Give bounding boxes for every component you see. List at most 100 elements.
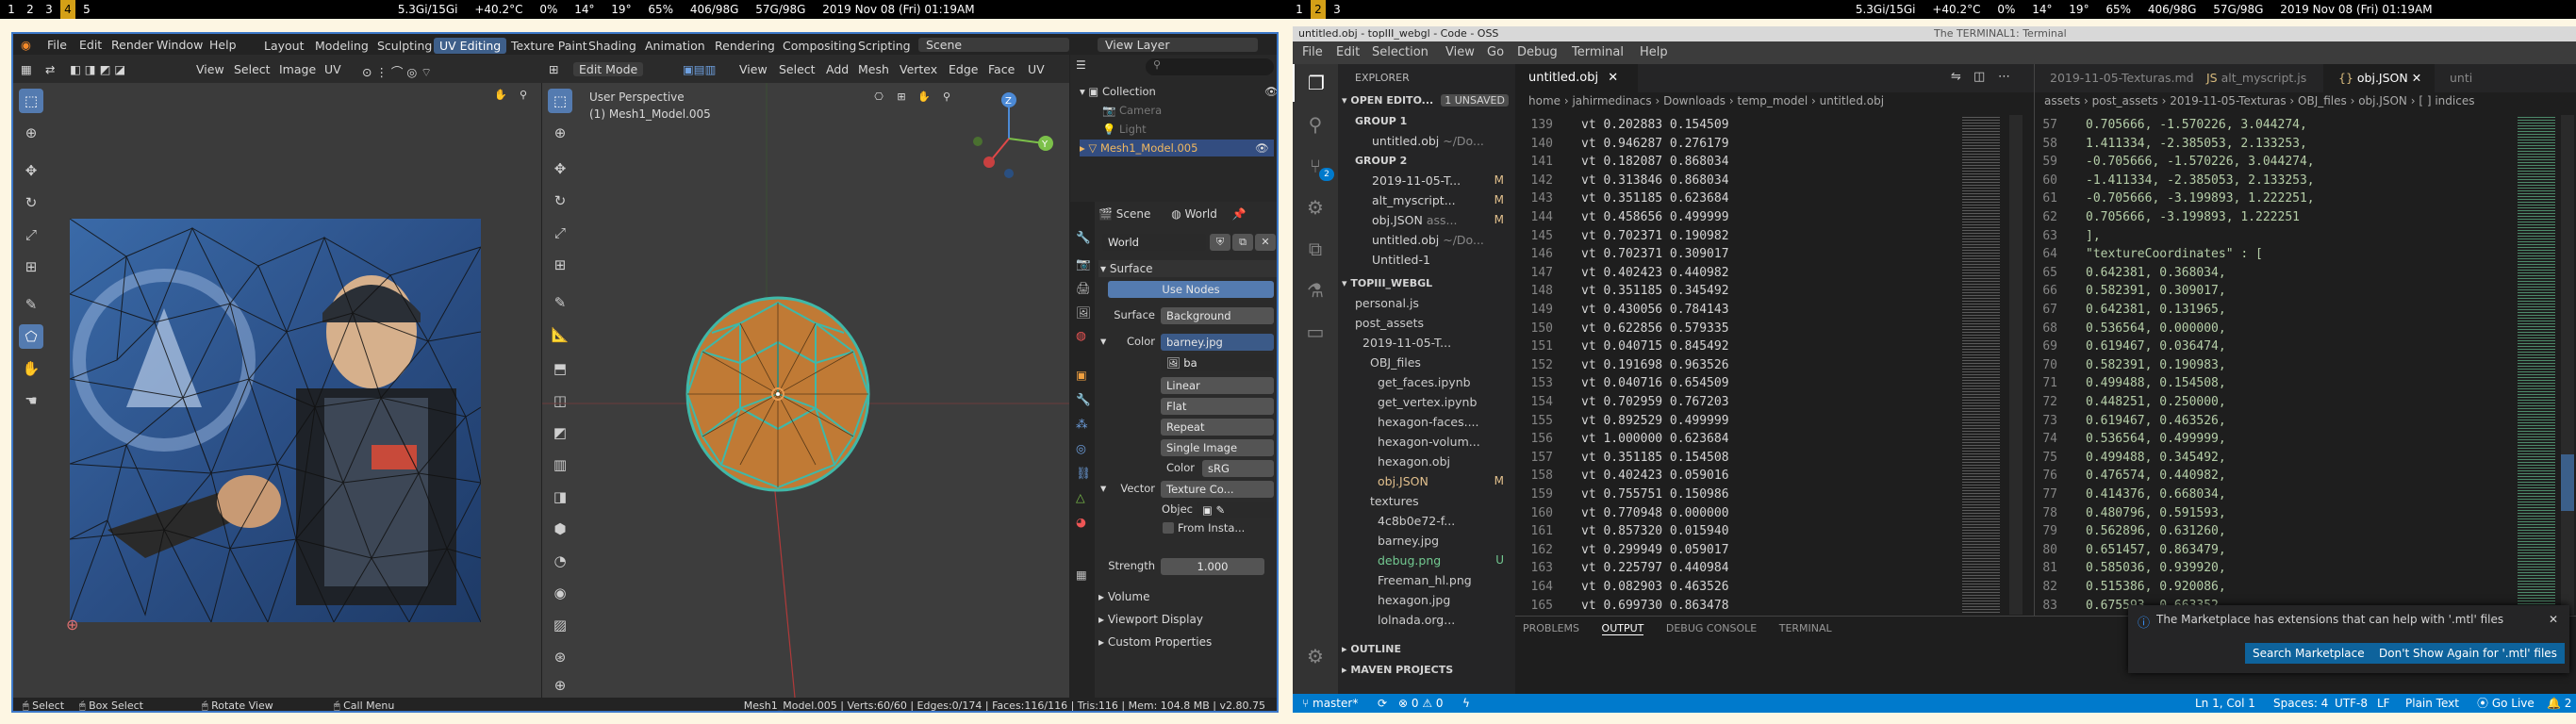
visibility-icon[interactable]: 👁	[1264, 83, 1277, 100]
scene-selector[interactable]: Scene	[918, 38, 1069, 52]
workspace-3[interactable]: 3	[41, 0, 57, 19]
render-tab-icon[interactable]: 📷	[1076, 256, 1091, 272]
surface-section[interactable]: ▾ Surface	[1098, 260, 1277, 277]
split-editor-icon[interactable]: ◫	[1973, 70, 1985, 84]
menu-edit[interactable]: Edit	[79, 38, 102, 52]
close-tab-icon[interactable]: ✕	[2412, 71, 2421, 85]
search-icon[interactable]: ⚲	[1293, 106, 1338, 143]
panel-tab-output[interactable]: OUTPUT	[1601, 622, 1644, 635]
modifier-tab-icon[interactable]: 🔧	[1076, 392, 1091, 407]
crumb-1[interactable]: home	[1528, 94, 1560, 107]
language-mode[interactable]: Plain Text	[2405, 694, 2459, 713]
workspace-4[interactable]: 4	[60, 0, 75, 19]
pin-icon[interactable]: 📌	[1232, 207, 1247, 221]
tab-texturas-md[interactable]: 2019-11-05-Texturas.md	[2035, 64, 2194, 92]
tab-layout[interactable]: Layout	[258, 38, 310, 54]
code-line[interactable]: 165 vt 0.699730 0.863478	[1515, 596, 1729, 615]
physics-tab-icon[interactable]: ◎	[1076, 441, 1086, 455]
editor1-minimap[interactable]	[1962, 115, 2000, 615]
editor2-breadcrumb[interactable]: assets › post_assets › 2019-11-05-Textur…	[2044, 94, 2474, 113]
uv-menu-view[interactable]: View	[196, 62, 224, 76]
editor1-code[interactable]: 139 vt 0.202883 0.154509 140 vt 0.946287 0.…	[1515, 115, 1958, 615]
scale-tool-icon[interactable]: ⤢	[19, 222, 43, 247]
open-editors-header[interactable]: ▾ OPEN EDITO... 1 UNSAVED	[1342, 90, 1515, 110]
editor2-scrollbar[interactable]	[2561, 115, 2574, 615]
outline-header[interactable]: ▸ OUTLINE	[1342, 639, 1515, 659]
visibility-icon[interactable]: 👁	[1255, 140, 1269, 156]
v3d-menu-mesh[interactable]: Mesh	[858, 62, 889, 76]
zoom-view-icon[interactable]: ⚲	[513, 87, 534, 104]
menu-edit[interactable]: Edit	[1336, 41, 1360, 64]
lightning-icon[interactable]: ϟ	[1462, 694, 1470, 713]
maven-header[interactable]: ▸ MAVEN PROJECTS	[1342, 660, 1515, 680]
surface-shader[interactable]: Background	[1161, 307, 1274, 324]
notifications-bell-icon[interactable]: 🔔 2	[2547, 694, 2571, 713]
open-editor-item[interactable]: untitled.obj ~/Do...	[1372, 230, 1515, 250]
uv-menu-select[interactable]: Select	[234, 62, 271, 76]
data-tab-icon[interactable]: △	[1076, 490, 1085, 504]
source-select[interactable]: Single Image	[1161, 439, 1274, 456]
annotate-tool-icon[interactable]: ✎	[19, 292, 43, 317]
uv-editor-type-icon[interactable]: ▦	[21, 62, 32, 76]
tree-item[interactable]: get_faces.ipynb	[1378, 372, 1515, 392]
editor1-breadcrumb[interactable]: home › jahirmedinacs › Downloads › temp_…	[1528, 94, 1884, 113]
workspace-1[interactable]: 1	[4, 0, 19, 19]
tab-untitled[interactable]: unti	[2435, 64, 2529, 92]
select-box-tool-icon[interactable]: ⬚	[19, 89, 43, 113]
v3d-menu-view[interactable]: View	[739, 62, 768, 76]
texture-tab-icon[interactable]: ▦	[1076, 568, 1087, 582]
select-mode-icons[interactable]: ▣▤▥	[683, 62, 716, 76]
editor2-minimap[interactable]	[2518, 115, 2555, 615]
tab-compositing[interactable]: Compositing	[777, 38, 862, 54]
menu-window[interactable]: Window	[157, 38, 203, 52]
object-field[interactable]: ▣ ✎	[1197, 502, 1274, 518]
menu-view[interactable]: View	[1445, 41, 1475, 64]
rip-tool-icon[interactable]: ⬠	[19, 324, 43, 349]
tab-alt-myscript[interactable]: JS alt_myscript.js	[2191, 64, 2323, 92]
use-nodes-button[interactable]: Use Nodes	[1108, 281, 1274, 298]
menu-terminal[interactable]: Terminal	[1572, 41, 1624, 64]
blender-logo-icon[interactable]: ◉	[21, 38, 31, 52]
move-tool-icon[interactable]: ✥	[19, 158, 43, 183]
crumb-2[interactable]: jahirmedinacs	[1572, 94, 1651, 107]
tab-rendering[interactable]: Rendering	[709, 38, 781, 54]
tab-sculpting[interactable]: Sculpting	[372, 38, 438, 54]
editor-type-icon[interactable]: ⊞	[549, 62, 558, 76]
tree-item[interactable]: OBJ_files	[1370, 353, 1515, 372]
custom-properties-section[interactable]: ▸ Custom Properties	[1098, 635, 1277, 649]
menu-go[interactable]: Go	[1487, 41, 1504, 64]
panel-tab-debug-console[interactable]: DEBUG CONSOLE	[1666, 622, 1757, 634]
v3d-menu-select[interactable]: Select	[779, 62, 816, 76]
menu-file[interactable]: File	[1302, 41, 1323, 64]
crumb-4[interactable]: temp_model	[1737, 94, 1808, 107]
close-tab-icon[interactable]: ✕	[1608, 71, 1618, 85]
world-datablock[interactable]: World	[1102, 234, 1206, 251]
mesh-object[interactable]	[684, 295, 872, 493]
search-marketplace-button[interactable]: Search Marketplace	[2245, 643, 2372, 664]
tree-item[interactable]: 2019-11-05-T...	[1362, 333, 1515, 353]
eol[interactable]: LF	[2377, 694, 2390, 713]
tab-modeling[interactable]: Modeling	[309, 38, 374, 54]
uv-menu-image[interactable]: Image	[279, 62, 316, 76]
menu-selection[interactable]: Selection	[1372, 41, 1428, 64]
v3d-menu-uv[interactable]: UV	[1028, 62, 1045, 76]
workspace-1[interactable]: 1	[1292, 0, 1307, 19]
menu-help[interactable]: Help	[1640, 41, 1668, 64]
extension-select[interactable]: Repeat	[1161, 419, 1274, 436]
tree-item[interactable]: post_assets	[1355, 313, 1515, 333]
debug-icon[interactable]: ⚙	[1293, 189, 1338, 226]
cursor-tool-icon[interactable]: ⊕	[19, 121, 43, 145]
problems-indicator[interactable]: ⊗ 0 ⚠ 0	[1398, 694, 1444, 713]
menu-render[interactable]: Render	[111, 38, 154, 52]
tree-item[interactable]: Freeman_hl.png	[1378, 570, 1515, 590]
dont-show-again-button[interactable]: Don't Show Again for '.mtl' files	[2371, 643, 2565, 664]
compare-icon[interactable]: ⇋	[1951, 70, 1961, 84]
copy-world-icon[interactable]: ⧉	[1232, 234, 1253, 251]
cursor-position[interactable]: Ln 1, Col 1	[2195, 694, 2255, 713]
open-editor-item[interactable]: 2019-11-05-T... M	[1372, 171, 1515, 190]
tree-item[interactable]: 4c8b0e72-f...	[1378, 511, 1515, 531]
terminal-window-tab[interactable]: The TERMINAL	[1934, 26, 2009, 41]
volume-section[interactable]: ▸ Volume	[1098, 590, 1277, 603]
more-actions-icon[interactable]: ⋯	[1998, 70, 2010, 84]
pivot-icon[interactable]: ⊙ ⋮ ⌒ ◎ ⌔	[362, 62, 432, 80]
